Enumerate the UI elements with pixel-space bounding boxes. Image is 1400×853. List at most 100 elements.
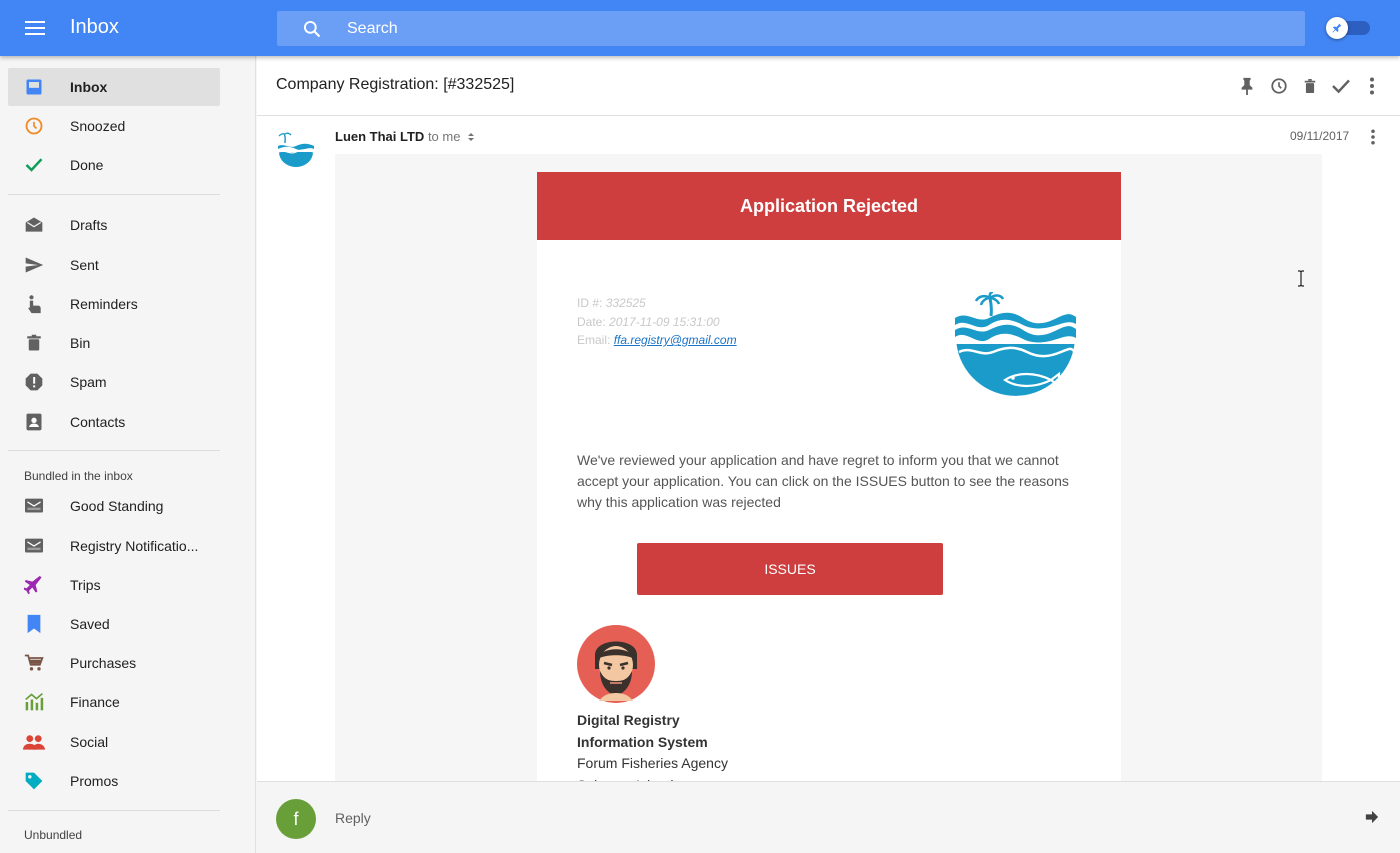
reply-field[interactable]: Reply	[335, 810, 371, 826]
sidebar-item-label: Saved	[70, 616, 110, 632]
plane-icon	[23, 575, 45, 595]
sidebar-item-label: Registry Notificatio...	[70, 538, 199, 554]
signature-line: Forum Fisheries Agency	[577, 755, 728, 771]
unbundled-heading: Unbundled	[24, 828, 83, 842]
contacts-icon	[23, 412, 45, 432]
clock-icon	[23, 116, 45, 136]
sidebar-item-sent[interactable]: Sent	[8, 246, 220, 284]
more-vert-icon[interactable]	[1362, 76, 1382, 96]
sender-name[interactable]: Luen Thai LTD	[335, 129, 424, 144]
sidebar-item-label: Promos	[70, 773, 119, 789]
sidebar-item-good-standing[interactable]: Good Standing	[8, 487, 220, 525]
delete-icon[interactable]	[1300, 76, 1320, 96]
menu-icon[interactable]	[25, 20, 45, 36]
application-meta: ID #: 332525 Date: 2017-11-09 15:31:00 E…	[577, 294, 737, 350]
sidebar-item-saved[interactable]: Saved	[8, 605, 220, 643]
agency-logo	[953, 290, 1078, 407]
trash-icon	[23, 333, 45, 353]
sender-avatar[interactable]	[276, 132, 316, 168]
check-icon	[23, 155, 45, 175]
signature: Digital Registry Information System Foru…	[577, 710, 728, 784]
sender-line: Luen Thai LTD to me	[335, 129, 475, 145]
cart-icon	[23, 653, 45, 673]
meta-email-row: Email: ffa.registry@gmail.com	[577, 333, 737, 347]
sidebar-item-promos[interactable]: Promos	[8, 762, 220, 800]
sidebar-item-drafts[interactable]: Drafts	[8, 206, 220, 244]
sidebar-item-trips[interactable]: Trips	[8, 566, 220, 604]
email-body-background: Application Rejected ID #: 332525 Date: …	[335, 154, 1322, 784]
meta-date-row: Date: 2017-11-09 15:31:00	[577, 314, 720, 329]
sidebar-item-label: Purchases	[70, 655, 137, 671]
message-more-icon[interactable]	[1363, 128, 1383, 146]
sidebar-item-label: Inbox	[70, 79, 108, 95]
sidebar-item-spam[interactable]: Spam	[8, 363, 220, 401]
reminder-hand-icon	[23, 294, 45, 314]
tag-icon	[23, 771, 45, 791]
issues-button[interactable]: ISSUES	[637, 543, 943, 595]
sidebar-item-label: Sent	[70, 257, 99, 273]
sidebar-item-label: Finance	[70, 694, 120, 710]
forward-arrow-icon[interactable]	[1365, 810, 1383, 826]
pin-icon[interactable]	[1326, 17, 1348, 39]
top-app-bar: Inbox	[0, 0, 1400, 56]
sidebar-item-label: Spam	[70, 374, 107, 390]
sidebar-item-done[interactable]: Done	[8, 146, 220, 184]
meta-id-row: ID #: 332525	[577, 296, 646, 310]
email-card: Application Rejected ID #: 332525 Date: …	[537, 172, 1121, 784]
expand-details-icon[interactable]	[468, 130, 475, 145]
pin-toggle[interactable]	[1326, 17, 1371, 39]
app-title: Inbox	[70, 16, 119, 38]
email-body-text: We've reviewed your application and have…	[577, 452, 1069, 510]
sidebar-item-label: Snoozed	[70, 118, 126, 134]
meta-id-value: 332525	[605, 296, 646, 310]
sidebar-item-finance[interactable]: Finance	[8, 683, 220, 721]
sidebar-item-label: Contacts	[70, 414, 126, 430]
recipient-label: to me	[427, 129, 461, 144]
bookmark-icon	[23, 614, 45, 634]
signature-line: Digital Registry	[577, 712, 680, 728]
message-header: Luen Thai LTD to me 09/11/2017	[257, 116, 1400, 167]
inbox-icon	[23, 77, 45, 97]
sidebar-item-bin[interactable]: Bin	[8, 324, 220, 362]
search-box[interactable]	[277, 11, 1305, 46]
sidebar-item-registry-notifications[interactable]: Registry Notificatio...	[8, 527, 220, 565]
sidebar-divider	[8, 450, 220, 451]
bundled-heading: Bundled in the inbox	[24, 469, 133, 483]
sidebar-item-reminders[interactable]: Reminders	[8, 285, 220, 323]
bundle-icon	[23, 496, 45, 516]
sidebar-item-label: Drafts	[70, 217, 108, 233]
sidebar-item-label: Reminders	[70, 296, 138, 312]
send-icon	[23, 255, 45, 275]
text-cursor-icon	[1296, 270, 1306, 287]
sidebar-item-label: Bin	[70, 335, 91, 351]
bundle-icon	[23, 536, 45, 556]
sidebar-item-snoozed[interactable]: Snoozed	[8, 107, 220, 145]
signature-line: Information System	[577, 733, 708, 750]
email-subject: Company Registration: [#332525]	[276, 76, 515, 93]
user-avatar[interactable]: f	[276, 799, 316, 839]
sidebar-divider	[8, 810, 220, 811]
status-banner: Application Rejected	[537, 172, 1121, 240]
pin-icon[interactable]	[1237, 76, 1257, 96]
sidebar-item-label: Trips	[70, 577, 101, 593]
spam-icon	[23, 372, 45, 392]
sidebar-item-inbox[interactable]: Inbox	[8, 68, 220, 106]
message-date: 09/11/2017	[1290, 129, 1350, 143]
sidebar-item-label: Social	[70, 734, 109, 750]
finance-icon	[23, 692, 45, 712]
meta-email-link[interactable]: ffa.registry@gmail.com	[614, 333, 737, 347]
signature-avatar	[577, 625, 655, 703]
mark-done-icon[interactable]	[1331, 76, 1351, 96]
subject-bar: Company Registration: [#332525]	[257, 56, 1400, 116]
sidebar-item-contacts[interactable]: Contacts	[8, 403, 220, 441]
people-icon	[23, 732, 45, 752]
search-icon[interactable]	[302, 19, 322, 44]
sidebar-item-social[interactable]: Social	[8, 723, 220, 761]
drafts-icon	[23, 215, 45, 235]
message-pane: Company Registration: [#332525] Luen Tha…	[257, 56, 1400, 853]
meta-date-value: 2017-11-09 15:31:00	[609, 314, 720, 329]
reply-bar: f Reply	[257, 781, 1400, 853]
sidebar-item-purchases[interactable]: Purchases	[8, 644, 220, 682]
snooze-icon[interactable]	[1269, 76, 1289, 96]
search-input[interactable]	[347, 11, 1247, 46]
